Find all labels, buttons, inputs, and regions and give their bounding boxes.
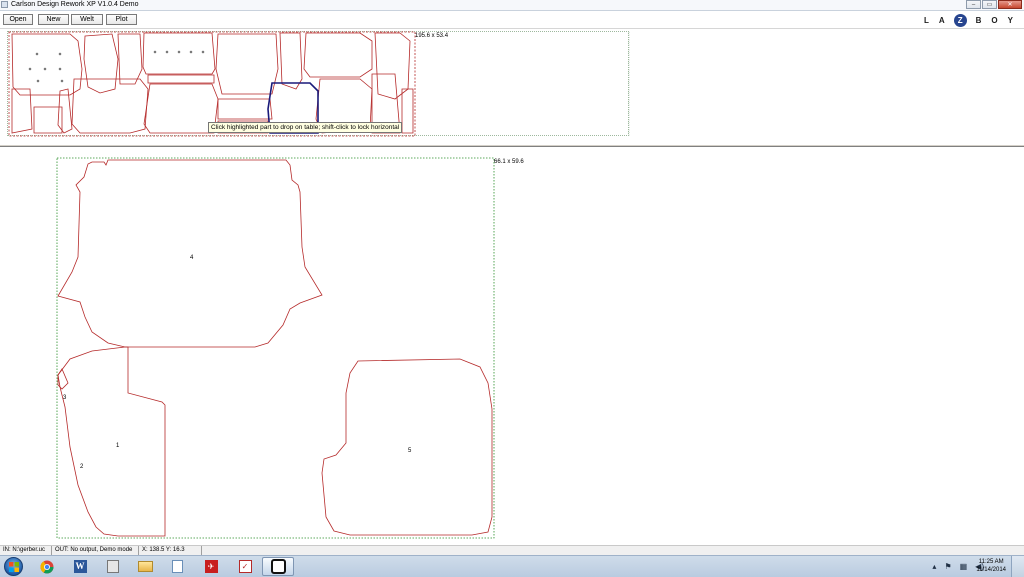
logo-letter: O	[991, 15, 998, 25]
status-output: OUT: No output, Demo mode	[52, 546, 139, 555]
system-tray: ▴ ⚑ ▦ ◀)	[924, 560, 984, 572]
folder-icon[interactable]	[130, 557, 160, 576]
part-label-1: 1	[116, 443, 120, 449]
windows-logo-icon	[9, 562, 19, 572]
welt-button[interactable]: Welt	[71, 14, 103, 25]
open-button[interactable]: Open	[3, 14, 33, 25]
notes-icon[interactable]	[162, 557, 192, 576]
cutting-table-drawing[interactable]: 4 3 1 2 5	[0, 147, 600, 545]
table-dimension: 66.1 x 59.6	[494, 159, 524, 165]
table-boundary	[56, 157, 495, 539]
title-bar: Carlson Design Rework XP V1.0.4 Demo ‒ ▭…	[0, 0, 1024, 11]
carlson-app-icon[interactable]	[262, 557, 294, 576]
tooltip: Click highlighted part to drop on table;…	[208, 122, 403, 133]
part-label-3: 3	[63, 395, 67, 401]
window-controls: ‒ ▭ ✕	[965, 0, 1022, 9]
word-icon[interactable]: W	[65, 557, 95, 576]
part-label-2: 2	[80, 464, 84, 470]
checklist-icon[interactable]: ✓	[230, 557, 260, 576]
start-button[interactable]	[4, 557, 23, 576]
app-icon	[1, 1, 8, 8]
clock-date: 11/14/2014	[976, 567, 1006, 573]
toolbar: Open New Welt Plot L A Z B O Y	[0, 11, 1024, 29]
logo-letter: B	[975, 15, 982, 25]
status-coordinates: X: 138.5 Y: 16.3	[139, 546, 202, 555]
print-icon[interactable]	[98, 557, 128, 576]
logo-letter: A	[938, 15, 945, 25]
clock-time: 11:25 AM	[978, 559, 1004, 565]
part-5	[321, 358, 493, 536]
plot-button[interactable]: Plot	[106, 14, 137, 25]
logo-letter: L	[923, 15, 929, 25]
part-label-4: 4	[190, 255, 194, 261]
new-button[interactable]: New	[38, 14, 69, 25]
taskbar: W ✈ ✓ ▴ ⚑ ▦ ◀) 11:25 AM 11/14/2014	[0, 555, 1024, 577]
network-icon[interactable]: ▦	[960, 562, 968, 571]
chrome-icon[interactable]	[32, 557, 62, 576]
part-3	[57, 368, 69, 390]
part-4	[57, 159, 323, 348]
window-title: Carlson Design Rework XP V1.0.4 Demo	[11, 1, 139, 8]
logo-z-circle: Z	[953, 13, 967, 27]
acrobat-icon[interactable]: ✈	[196, 557, 226, 576]
clock[interactable]: 11:25 AM 11/14/2014	[976, 558, 1006, 574]
logo-letter: Y	[1007, 15, 1013, 25]
minimize-button[interactable]: ‒	[966, 0, 981, 9]
part-label-5: 5	[408, 448, 412, 454]
show-desktop-button[interactable]	[1011, 556, 1024, 577]
strip-dimension: 195.6 x 53.4	[415, 33, 449, 39]
show-hidden-icons-icon[interactable]: ▴	[932, 562, 936, 571]
part-1	[57, 346, 166, 537]
maximize-button[interactable]: ▭	[982, 0, 997, 9]
flag-icon[interactable]: ⚑	[944, 562, 951, 571]
lazboy-logo: L A Z B O Y	[919, 13, 1018, 27]
close-button[interactable]: ✕	[998, 0, 1022, 9]
status-input-file: IN: N:\gerber.uc	[0, 546, 52, 555]
